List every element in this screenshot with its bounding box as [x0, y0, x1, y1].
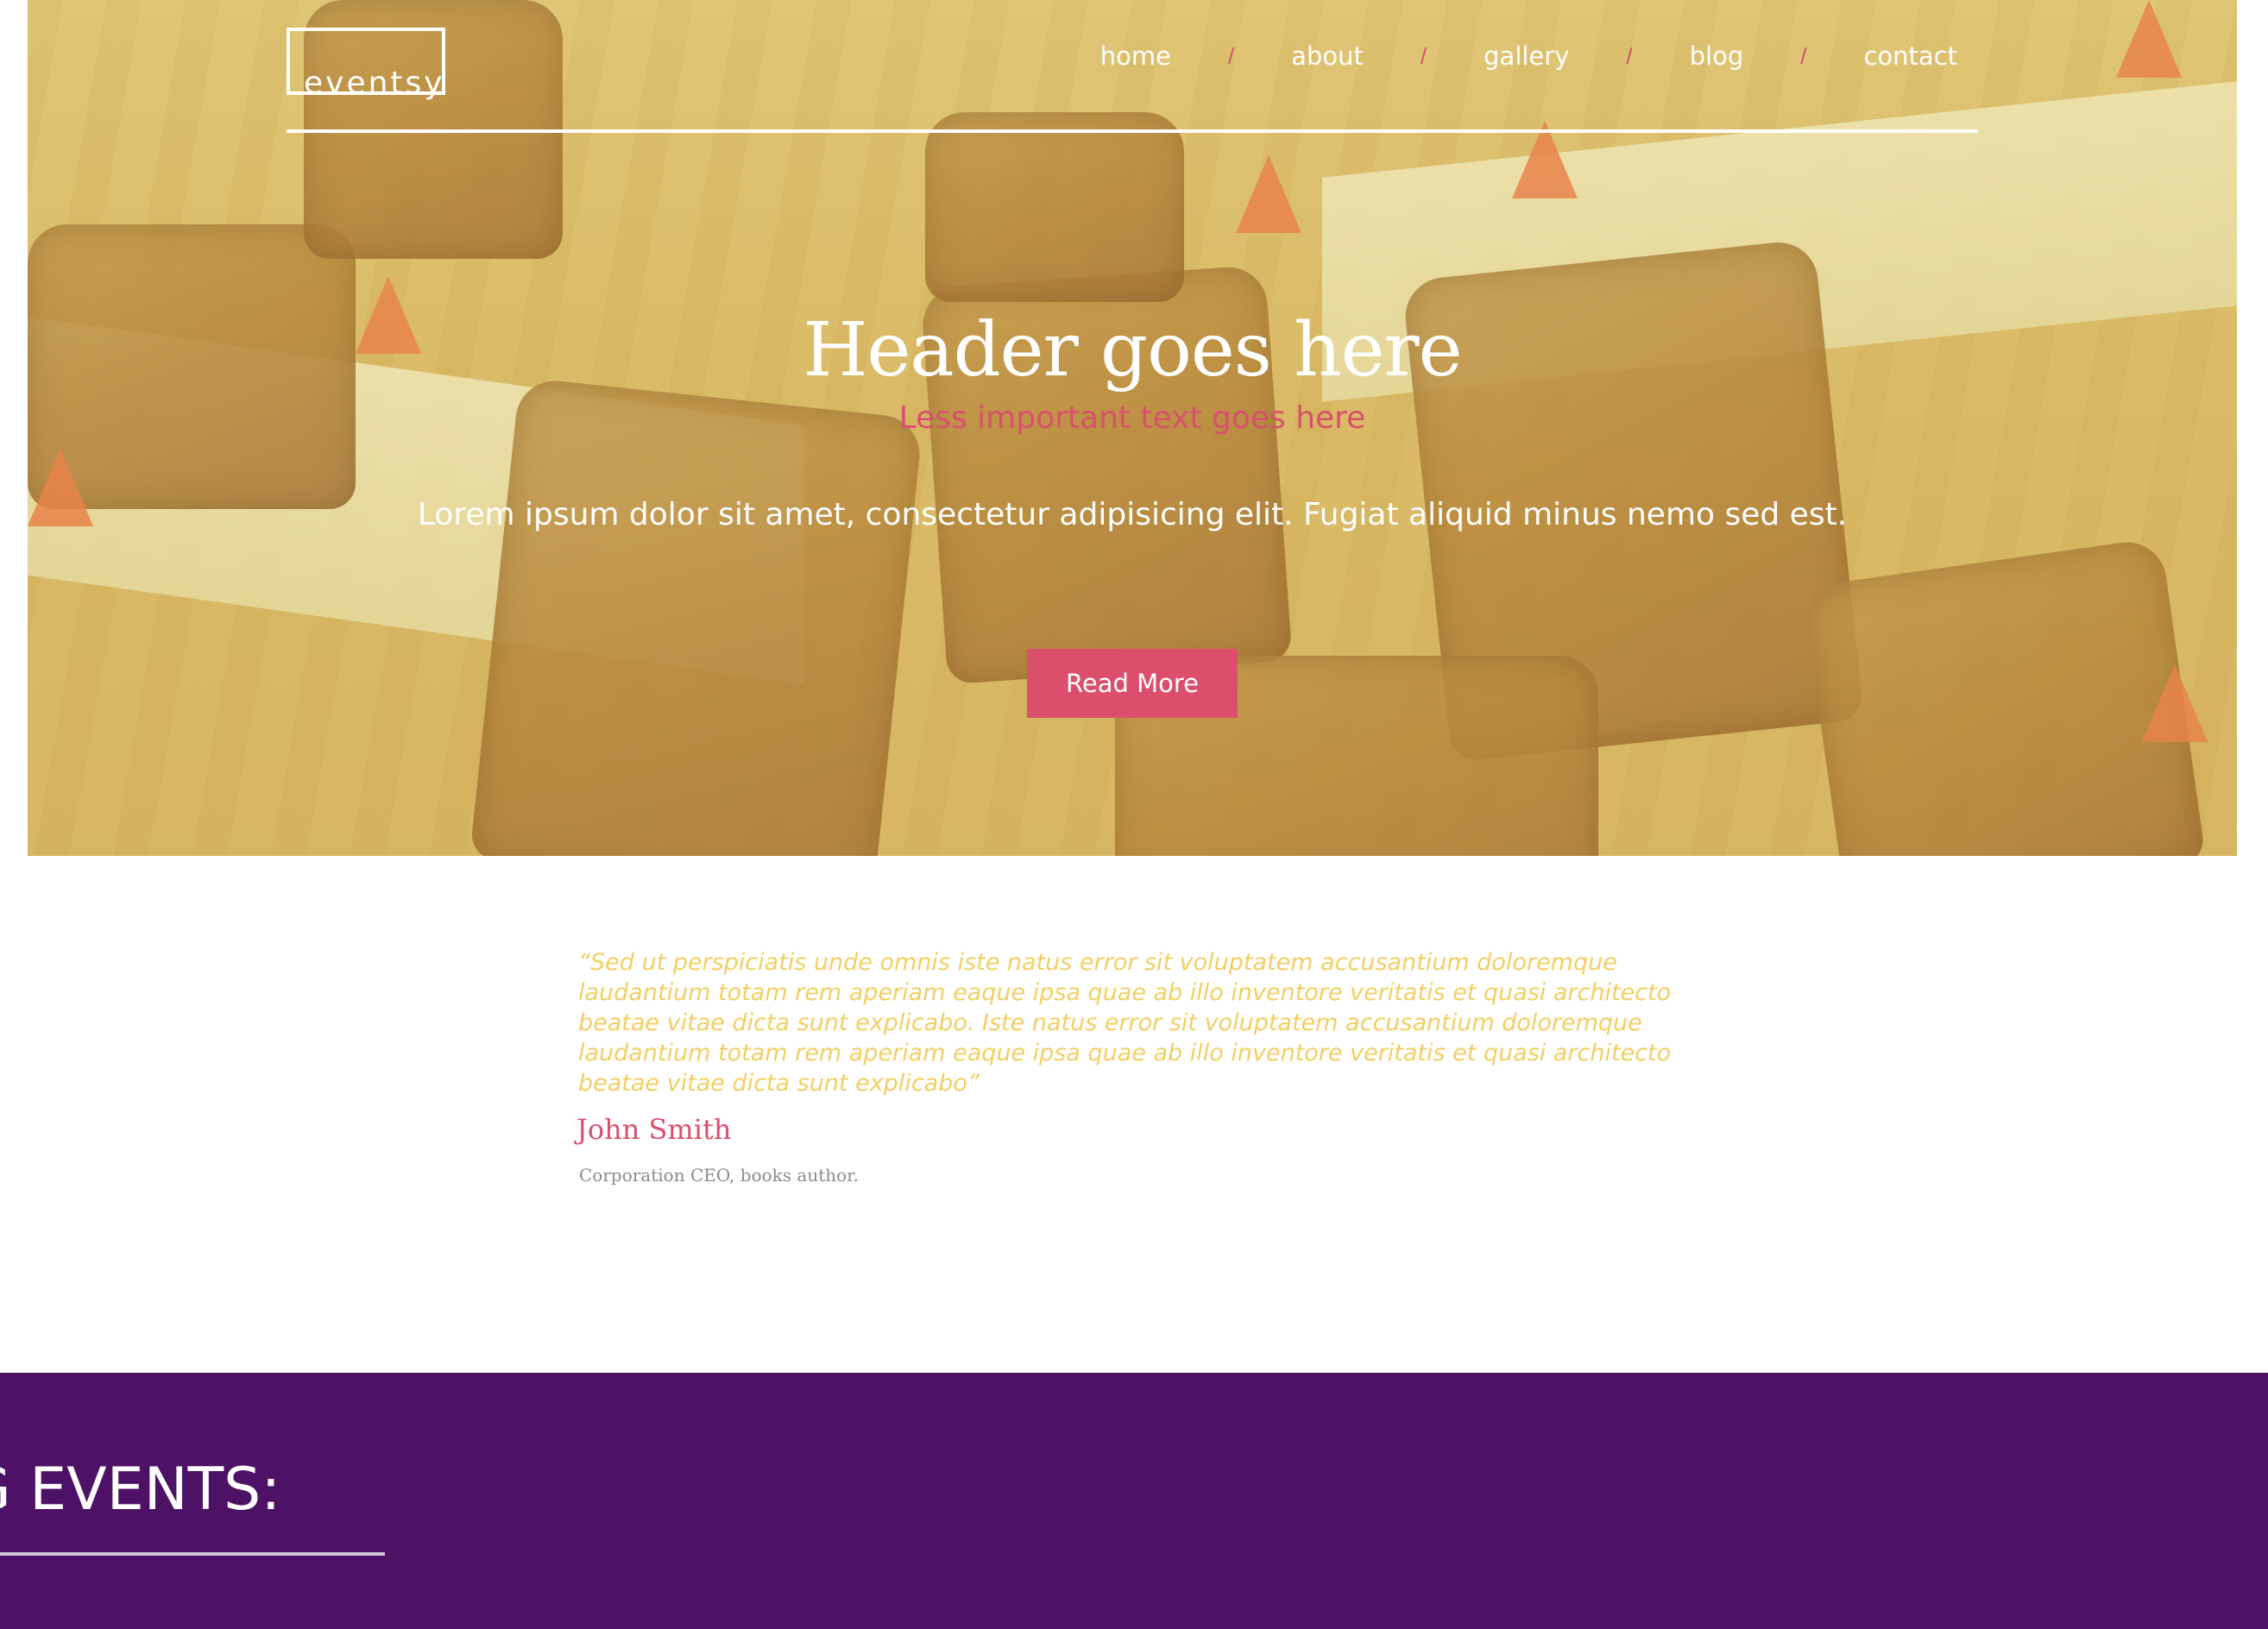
nav-separator: /: [1626, 42, 1633, 69]
site-logo[interactable]: eventsy: [287, 28, 445, 101]
main-nav: home / about / gallery / blog / contact: [1097, 41, 1961, 71]
testimonial-quote: “Sed ut perspiciatis unde omnis iste nat…: [578, 949, 1672, 1097]
nav-item-contact[interactable]: contact: [1860, 41, 1961, 71]
napkin: [1236, 155, 1301, 233]
nav-item-blog[interactable]: blog: [1686, 41, 1748, 71]
chair: [925, 112, 1184, 302]
napkin: [2116, 0, 2182, 78]
nav-item-home[interactable]: home: [1097, 41, 1175, 71]
hero-body-text: Lorem ipsum dolor sit amet, consectetur …: [417, 497, 1848, 532]
read-more-button[interactable]: Read More: [1027, 649, 1238, 718]
events-heading-underline: [0, 1552, 385, 1556]
chair: [469, 376, 923, 856]
site-header: eventsy home / about / gallery / blog / …: [287, 0, 1978, 133]
events-section: G EVENTS:: [0, 1373, 2268, 1629]
nav-separator: /: [1420, 42, 1427, 69]
nav-separator: /: [1800, 42, 1807, 69]
hero-title: Header goes here: [803, 307, 1462, 393]
nav-item-gallery[interactable]: gallery: [1480, 41, 1572, 71]
nav-item-about[interactable]: about: [1288, 41, 1367, 71]
hero-subtitle: Less important text goes here: [898, 400, 1366, 436]
testimonial-author: John Smith: [576, 1113, 732, 1146]
nav-separator: /: [1227, 42, 1235, 69]
hero-section: eventsy home / about / gallery / blog / …: [28, 0, 2237, 856]
testimonial-author-role: Corporation CEO, books author.: [579, 1165, 859, 1186]
events-heading: G EVENTS:: [0, 1456, 281, 1524]
napkin: [2142, 664, 2208, 742]
logo-text: eventsy: [304, 66, 445, 101]
